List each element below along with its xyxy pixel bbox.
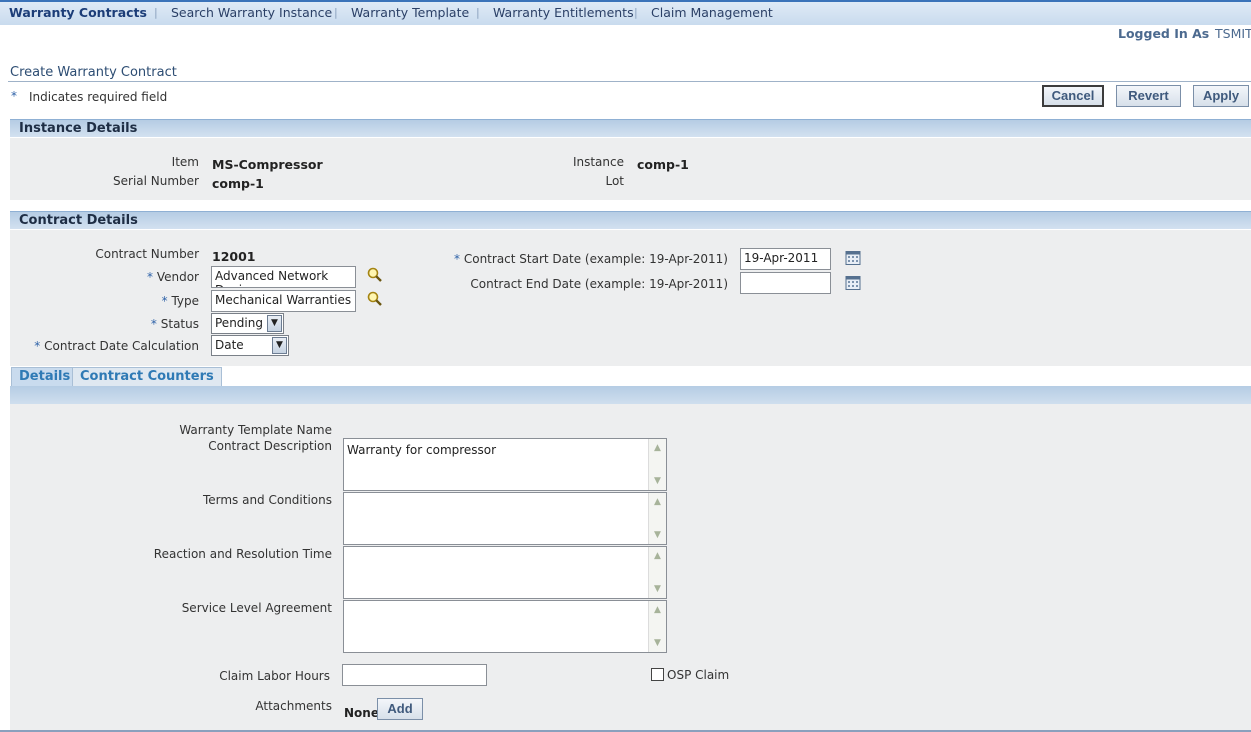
contract-date-calculation-select[interactable]: Date ▼	[211, 335, 289, 356]
instance-details-header: Instance Details	[10, 119, 1251, 137]
nav-warranty-template[interactable]: Warranty Template	[351, 5, 469, 20]
contract-description-field[interactable]: Warranty for compressor ▲ ▼	[343, 438, 667, 491]
contract-description-label: Contract Description	[208, 439, 332, 453]
scroll-up-icon[interactable]: ▲	[651, 549, 664, 563]
reaction-scrollbar[interactable]: ▲ ▼	[648, 547, 666, 598]
warranty-template-name-label: Warranty Template Name	[179, 423, 332, 437]
type-label: * Type	[161, 294, 199, 308]
nav-separator: |	[476, 6, 480, 19]
vendor-label: * Vendor	[147, 270, 199, 284]
nav-warranty-contracts[interactable]: Warranty Contracts	[9, 5, 147, 20]
type-field[interactable]: Mechanical Warranties	[211, 290, 356, 312]
osp-claim-checkbox[interactable]	[651, 668, 664, 681]
scroll-down-icon[interactable]: ▼	[651, 582, 664, 596]
calendar-icon[interactable]	[845, 250, 861, 266]
contract-number-value: 12001	[212, 249, 256, 264]
status-label: * Status	[150, 317, 199, 331]
top-nav: Warranty Contracts | Search Warranty Ins…	[0, 0, 1251, 25]
status-selected-value: Pending	[215, 316, 263, 330]
cancel-button[interactable]: Cancel	[1042, 85, 1104, 107]
contract-end-date-field[interactable]	[740, 272, 831, 294]
vendor-field[interactable]: Advanced Network Devic	[211, 266, 356, 288]
terms-and-conditions-label: Terms and Conditions	[202, 493, 332, 507]
scroll-up-icon[interactable]: ▲	[651, 495, 664, 509]
page-title: Create Warranty Contract	[10, 65, 177, 80]
instance-label: Instance	[572, 155, 624, 169]
revert-button[interactable]: Revert	[1116, 85, 1181, 107]
nav-warranty-entitlements[interactable]: Warranty Entitlements	[493, 5, 634, 20]
serial-number-label: Serial Number	[113, 174, 199, 188]
osp-claim-label: OSP Claim	[667, 668, 730, 682]
item-label: Item	[171, 155, 199, 169]
claim-labor-hours-label: Claim Labor Hours	[219, 669, 330, 683]
chevron-down-icon[interactable]: ▼	[272, 337, 287, 354]
date-calculation-selected-value: Date	[215, 338, 244, 352]
service-level-agreement-field[interactable]: ▲ ▼	[343, 600, 667, 653]
apply-button[interactable]: Apply	[1193, 85, 1249, 107]
instance-value: comp-1	[637, 157, 689, 172]
contract-number-label: Contract Number	[95, 247, 199, 261]
type-search-icon[interactable]	[367, 291, 383, 307]
scroll-down-icon[interactable]: ▼	[651, 474, 664, 488]
vendor-search-icon[interactable]	[367, 267, 383, 283]
sla-scrollbar[interactable]: ▲ ▼	[648, 601, 666, 652]
nav-separator: |	[154, 6, 158, 19]
contract-start-date-field[interactable]: 19-Apr-2011	[740, 248, 831, 270]
serial-number-value: comp-1	[212, 176, 264, 191]
nav-separator: |	[334, 6, 338, 19]
reaction-resolution-time-label: Reaction and Resolution Time	[153, 547, 332, 561]
service-level-agreement-label: Service Level Agreement	[181, 601, 332, 615]
tab-details[interactable]: Details	[11, 367, 79, 387]
calendar-icon[interactable]	[845, 275, 861, 291]
nav-claim-management[interactable]: Claim Management	[651, 5, 773, 20]
logged-in-label: Logged In As	[1118, 26, 1210, 41]
contract-end-date-label: Contract End Date (example: 19-Apr-2011)	[470, 277, 728, 291]
scroll-up-icon[interactable]: ▲	[651, 603, 664, 617]
item-value: MS-Compressor	[212, 157, 323, 172]
attachments-label: Attachments	[255, 699, 332, 713]
add-attachment-button[interactable]: Add	[377, 698, 423, 720]
terms-and-conditions-field[interactable]: ▲ ▼	[343, 492, 667, 545]
tab-bar	[10, 386, 1251, 404]
scroll-down-icon[interactable]: ▼	[651, 636, 664, 650]
username: TSMIT	[1215, 26, 1251, 41]
nav-separator: |	[634, 6, 638, 19]
description-scrollbar[interactable]: ▲ ▼	[648, 439, 666, 490]
title-divider	[8, 81, 1251, 82]
chevron-down-icon[interactable]: ▼	[267, 315, 282, 332]
tab-contract-counters[interactable]: Contract Counters	[72, 367, 222, 387]
contract-details-header: Contract Details	[10, 211, 1251, 229]
claim-labor-hours-field[interactable]	[342, 664, 487, 686]
contract-date-calculation-label: * Contract Date Calculation	[34, 339, 199, 353]
scroll-down-icon[interactable]: ▼	[651, 528, 664, 542]
attachments-value: None	[344, 706, 379, 720]
contract-start-date-label: * Contract Start Date (example: 19-Apr-2…	[454, 252, 728, 266]
terms-scrollbar[interactable]: ▲ ▼	[648, 493, 666, 544]
status-select[interactable]: Pending ▼	[211, 313, 284, 334]
lot-label: Lot	[605, 174, 624, 188]
required-note: Indicates required field	[29, 90, 168, 104]
required-marker: *	[11, 89, 17, 103]
nav-search-warranty-instance[interactable]: Search Warranty Instance	[171, 5, 332, 20]
scroll-up-icon[interactable]: ▲	[651, 441, 664, 455]
reaction-resolution-time-field[interactable]: ▲ ▼	[343, 546, 667, 599]
contract-description-text: Warranty for compressor	[347, 443, 497, 457]
instance-details-panel	[10, 138, 1251, 200]
